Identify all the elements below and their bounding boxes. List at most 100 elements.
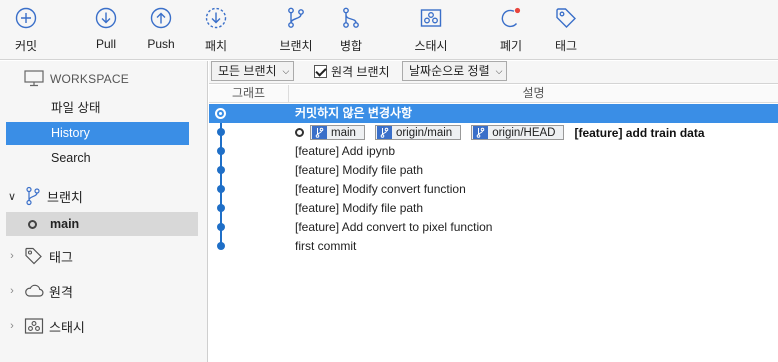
pull-label: Pull (95, 37, 116, 51)
chevron-down-icon: ⌵ (495, 66, 503, 76)
discard-label: 폐기 (499, 39, 523, 53)
chevron-right-icon: › (10, 250, 14, 262)
filter-bar: 모든 브랜치 ⌵ 원격 브랜치 날짜순으로 정렬 ⌵ (209, 61, 778, 84)
commit-node (217, 147, 225, 155)
plus-circle-icon (15, 7, 37, 29)
branch-filter-dropdown[interactable]: 모든 브랜치 ⌵ (211, 61, 295, 81)
head-indicator-icon (295, 128, 304, 137)
commit-message: first commit (295, 239, 357, 253)
commit-message: [feature] Add ipynb (295, 144, 396, 158)
commit-message: 커밋하지 않은 변경사항 (295, 106, 413, 120)
cloud-icon (25, 284, 44, 297)
commit-node (217, 204, 225, 212)
branch-filter-value: 모든 브랜치 (218, 64, 277, 78)
commit-row[interactable]: first commit (209, 237, 778, 256)
pull-button[interactable]: Pull (78, 6, 134, 51)
commit-node (217, 128, 225, 136)
commit-node (217, 185, 225, 193)
commit-row[interactable]: [feature] Modify file path (209, 161, 778, 180)
commit-row[interactable]: [feature] Add ipynb (209, 142, 778, 161)
sidebar: WORKSPACE 파일 상태 History Search ∨ 브랜치 mai… (0, 61, 208, 362)
discard-icon (501, 7, 521, 28)
fetch-icon (205, 7, 227, 29)
branch-icon (26, 186, 40, 206)
ref-name: main (331, 126, 356, 139)
commit-message: [feature] Modify file path (295, 201, 424, 215)
remote-branches-toggle[interactable]: 원격 브랜치 (314, 63, 390, 80)
fetch-button[interactable]: 패치 (188, 6, 244, 54)
stashes-group-label: 스태시 (49, 319, 85, 335)
branch-icon (376, 126, 392, 139)
tag-icon (556, 8, 576, 28)
sidebar-group-branches[interactable]: ∨ 브랜치 (6, 184, 196, 208)
tag-icon (25, 247, 42, 265)
stash-icon (24, 318, 44, 334)
current-branch-icon (28, 219, 37, 229)
uncommitted-node-icon (215, 108, 226, 119)
sort-value: 날짜순으로 정렬 (409, 64, 490, 78)
description-column-header[interactable]: 설명 (289, 85, 778, 103)
merge-label: 병합 (339, 39, 363, 53)
chevron-right-icon: › (10, 285, 14, 297)
commit-list: 커밋하지 않은 변경사항 main origin/main origin/HEA… (209, 104, 778, 362)
sidebar-item-file-status[interactable]: 파일 상태 (6, 97, 189, 120)
chevron-right-icon: › (10, 320, 14, 332)
stash-icon (420, 9, 442, 27)
sidebar-item-history[interactable]: History (6, 122, 189, 145)
tag-label: 태그 (554, 39, 578, 53)
arrow-down-circle-icon (95, 7, 117, 29)
stash-label: 스태시 (414, 39, 448, 53)
tag-button[interactable]: 태그 (538, 6, 594, 54)
discard-button[interactable]: 폐기 (483, 6, 539, 54)
sidebar-group-tags[interactable]: › 태그 (6, 244, 196, 268)
merge-icon (343, 7, 359, 28)
branch-button[interactable]: 브랜치 (268, 6, 324, 54)
tags-group-label: 태그 (49, 249, 73, 265)
commit-label: 커밋 (14, 39, 38, 53)
workspace-header: WORKSPACE (24, 70, 129, 87)
sidebar-group-stashes[interactable]: › 스태시 (6, 314, 196, 338)
ref-tag-origin-head[interactable]: origin/HEAD (471, 125, 565, 140)
branch-icon (312, 126, 327, 139)
branches-group-label: 브랜치 (47, 189, 83, 205)
push-label: Push (147, 37, 175, 51)
branch-icon (473, 126, 489, 139)
workspace-title: WORKSPACE (50, 71, 129, 86)
monitor-icon (24, 70, 44, 87)
commit-row[interactable]: [feature] Modify convert function (209, 180, 778, 199)
chevron-down-icon: ∨ (7, 190, 17, 203)
commit-row-uncommitted[interactable]: 커밋하지 않은 변경사항 (209, 104, 778, 123)
commit-message: [feature] Modify convert function (295, 182, 466, 196)
branch-label: 브랜치 (279, 39, 313, 53)
push-button[interactable]: Push (133, 6, 189, 51)
ref-name: origin/HEAD (492, 126, 556, 139)
sidebar-item-search[interactable]: Search (6, 147, 189, 170)
merge-button[interactable]: 병합 (323, 6, 379, 54)
sort-dropdown[interactable]: 날짜순으로 정렬 ⌵ (402, 61, 508, 81)
commit-message: [feature] Modify file path (295, 163, 424, 177)
branch-icon (288, 7, 304, 28)
remotes-group-label: 원격 (49, 284, 73, 300)
sidebar-branch-main[interactable]: main (6, 212, 198, 236)
ref-tag-origin-main[interactable]: origin/main (374, 125, 462, 140)
fetch-label: 패치 (204, 39, 228, 53)
commit-node (217, 223, 225, 231)
sidebar-group-remotes[interactable]: › 원격 (6, 279, 196, 303)
commit-node (217, 166, 225, 174)
toolbar: 커밋 Pull Push 패치 브랜치 병합 스태시 폐기 태그 (0, 0, 778, 60)
commit-node (217, 242, 225, 250)
branch-name: main (50, 217, 80, 231)
commit-row[interactable]: [feature] Modify file path (209, 199, 778, 218)
commit-message: [feature] Add convert to pixel function (295, 220, 493, 234)
commit-row[interactable]: [feature] Add convert to pixel function (209, 218, 778, 237)
checkbox-checked[interactable] (314, 65, 327, 78)
ref-tag-main[interactable]: main (310, 125, 365, 140)
graph-column-header[interactable]: 그래프 (209, 85, 289, 103)
commit-list-header: 그래프 설명 (209, 85, 778, 103)
stash-button[interactable]: 스태시 (403, 6, 459, 54)
commit-row[interactable]: main origin/main origin/HEAD [feature] a… (209, 123, 778, 142)
remote-branches-label: 원격 브랜치 (331, 65, 390, 79)
commit-message: [feature] add train data (574, 125, 705, 140)
commit-button[interactable]: 커밋 (0, 6, 54, 54)
arrow-up-circle-icon (150, 7, 172, 29)
